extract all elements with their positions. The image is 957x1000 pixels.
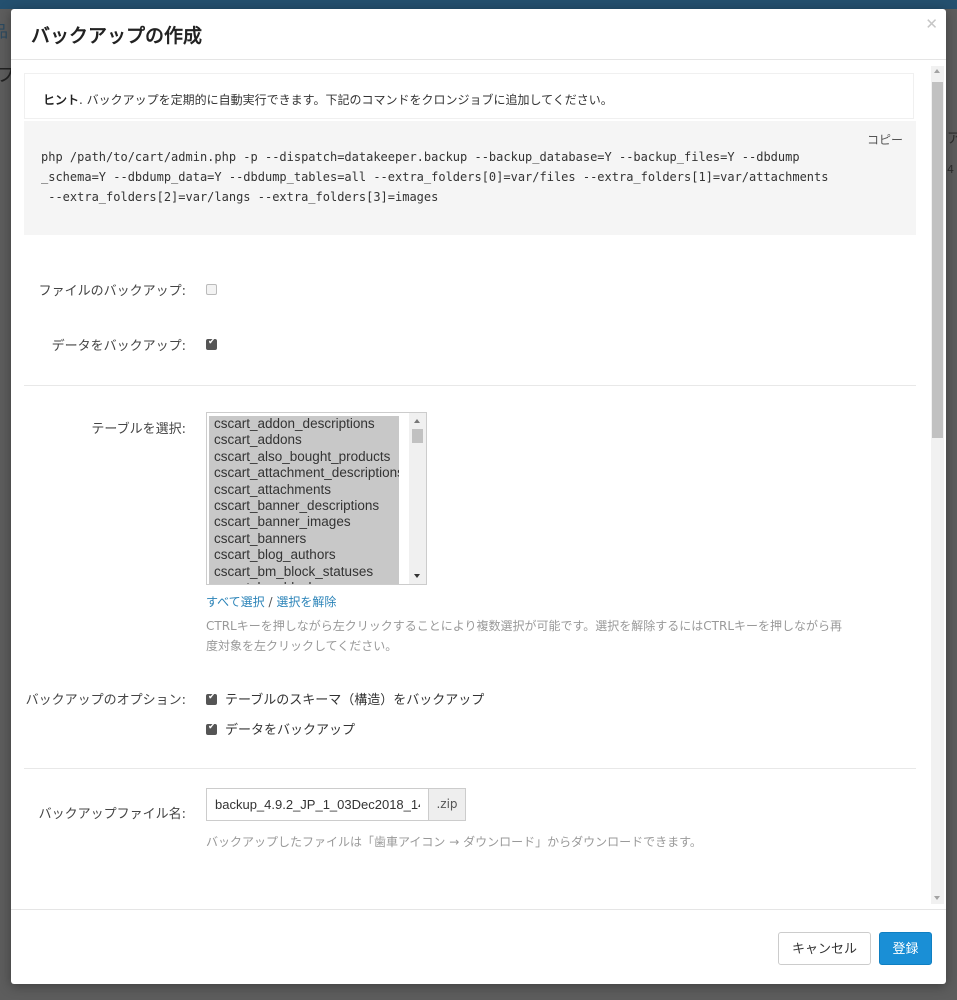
hint-label: ヒント [43, 93, 80, 107]
filename-label: バックアップファイル名: [38, 807, 186, 822]
dialog-footer: キャンセル 登録 [11, 909, 946, 985]
filename-input[interactable] [206, 788, 428, 821]
option-data-label: データをバックアップ [225, 723, 356, 738]
backup-options-label: バックアップのオプション: [25, 693, 186, 708]
backup-files-checkbox[interactable] [206, 284, 217, 295]
backup-data-label: データをバックアップ: [51, 339, 186, 354]
table-option[interactable]: cscart_addons [209, 432, 399, 448]
app-topbar [0, 0, 957, 9]
table-option[interactable]: cscart_banner_images [209, 514, 399, 530]
backup-files-label: ファイルのバックアップ: [38, 284, 186, 299]
table-option[interactable]: cscart_also_bought_products [209, 449, 399, 465]
tables-help-text: CTRLキーを押しながら左クリックすることにより複数選択が可能です。選択を解除す… [206, 616, 916, 656]
background-text: ア [947, 131, 957, 147]
scroll-down-icon[interactable] [934, 896, 940, 900]
tables-scrollbar[interactable] [409, 413, 426, 584]
cron-command-line: _schema=Y --dbdump_data=Y --dbdump_table… [41, 170, 829, 184]
hint-box: ヒント. バックアップを定期的に自動実行できます。下記のコマンドをクロンジョブに… [24, 73, 914, 119]
option-data: データをバックアップ [206, 719, 355, 738]
tables-help-line: CTRLキーを押しながら左クリックすることにより複数選択が可能です。選択を解除す… [206, 619, 843, 633]
scroll-down-icon[interactable] [414, 574, 420, 578]
hint-text: ヒント. バックアップを定期的に自動実行できます。下記のコマンドをクロンジョブに… [43, 91, 613, 108]
dialog-header: バックアップの作成 ✕ [11, 9, 946, 60]
dialog-body: ヒント. バックアップを定期的に自動実行できます。下記のコマンドをクロンジョブに… [11, 60, 946, 909]
cron-command-text[interactable]: php /path/to/cart/admin.php -p --dispatc… [41, 147, 901, 207]
background-text: 品 [0, 22, 9, 41]
table-option[interactable]: cscart_bm_blocks [209, 580, 399, 584]
close-icon[interactable]: ✕ [925, 15, 938, 33]
option-data-checkbox[interactable] [206, 722, 217, 735]
background-text: 4 [947, 163, 954, 176]
deselect-link[interactable]: 選択を解除 [276, 595, 336, 609]
scroll-up-icon[interactable] [934, 69, 940, 73]
dialog-title: バックアップの作成 [31, 25, 203, 47]
tables-select[interactable]: cscart_addon_descriptions cscart_addons … [206, 412, 427, 585]
cron-command-line: --extra_folders[2]=var/langs --extra_fol… [41, 190, 439, 204]
option-schema-label: テーブルのスキーマ（構造）をバックアップ [225, 693, 485, 708]
table-option[interactable]: cscart_bm_block_statuses [209, 564, 399, 580]
copy-button[interactable]: コピー [867, 131, 903, 148]
cron-command-box: コピー php /path/to/cart/admin.php -p --dis… [24, 121, 916, 235]
cron-command-line: php /path/to/cart/admin.php -p --dispatc… [41, 150, 800, 164]
table-option[interactable]: cscart_attachments [209, 482, 399, 498]
select-all-link[interactable]: すべて選択 [206, 595, 265, 609]
table-selection-links: すべて選択 / 選択を解除 [206, 593, 336, 610]
create-backup-dialog: バックアップの作成 ✕ ヒント. バックアップを定期的に自動実行できます。下記の… [11, 9, 946, 984]
dialog-scrollbar[interactable] [931, 66, 944, 904]
divider [24, 385, 916, 386]
tables-scrollbar-thumb[interactable] [412, 429, 423, 443]
option-schema: テーブルのスキーマ（構造）をバックアップ [206, 689, 484, 708]
hint-message: . バックアップを定期的に自動実行できます。下記のコマンドをクロンジョブに追加し… [79, 93, 613, 107]
cancel-button[interactable]: キャンセル [778, 932, 871, 965]
table-option[interactable]: cscart_addon_descriptions [209, 416, 399, 432]
filename-extension: .zip [428, 788, 466, 821]
filename-help-text: バックアップしたファイルは「歯車アイコン → ダウンロード」からダウンロードでき… [206, 835, 702, 849]
divider [24, 768, 916, 769]
backup-data-checkbox[interactable] [206, 337, 217, 350]
table-option[interactable]: cscart_blog_authors [209, 547, 399, 563]
link-separator: / [264, 595, 277, 609]
table-option[interactable]: cscart_banner_descriptions [209, 498, 399, 514]
table-option[interactable]: cscart_attachment_descriptions [209, 465, 399, 481]
tables-option-list: cscart_addon_descriptions cscart_addons … [209, 416, 399, 584]
submit-button[interactable]: 登録 [879, 932, 932, 965]
tables-help-line: 度対象を左クリックしてください。 [206, 639, 398, 653]
table-option[interactable]: cscart_banners [209, 531, 399, 547]
scroll-up-icon[interactable] [414, 419, 420, 423]
dialog-scrollbar-thumb[interactable] [932, 82, 943, 438]
tables-label: テーブルを選択: [91, 422, 186, 437]
option-schema-checkbox[interactable] [206, 692, 217, 705]
